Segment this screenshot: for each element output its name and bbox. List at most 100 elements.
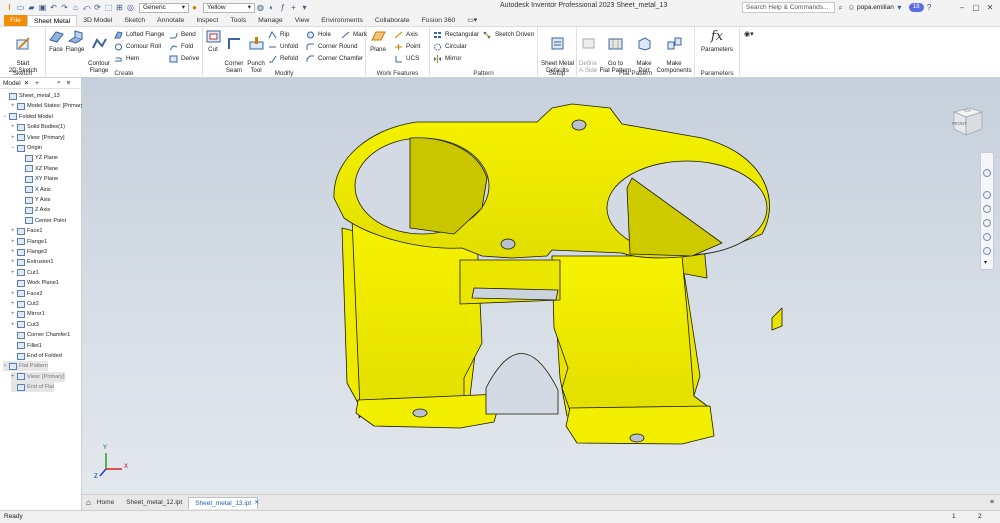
menu-icon[interactable]: ≡	[67, 80, 71, 87]
close-icon[interactable]: ✕	[24, 79, 29, 87]
select-icon[interactable]: ⬚	[103, 2, 114, 13]
update-icon[interactable]: ⟳	[92, 2, 103, 13]
tree-node[interactable]: + Extrusion1	[11, 257, 53, 267]
notifications-badge[interactable]: 18	[908, 2, 924, 12]
measure-icon[interactable]: ⊞	[114, 2, 125, 13]
help-icon[interactable]: ?	[924, 2, 935, 13]
open-folder-icon[interactable]: ▰	[26, 2, 37, 13]
corner-round-button[interactable]: Corner Round	[306, 41, 358, 52]
tree-node[interactable]: + Face2	[11, 289, 43, 299]
rip-button[interactable]: Rip	[268, 29, 289, 40]
search-icon[interactable]: ⌕	[835, 2, 846, 13]
clear-override-icon[interactable]: ◍	[255, 2, 266, 13]
fold-button[interactable]: Fold	[169, 41, 193, 52]
tree-node[interactable]: XZ Plane	[19, 164, 58, 174]
corner-chamfer-button[interactable]: Corner Chamfer	[306, 53, 363, 64]
orbit-icon[interactable]	[983, 219, 991, 227]
search-icon[interactable]: ⌕	[57, 79, 61, 87]
tree-node[interactable]: + Model States: [Primary]	[11, 101, 85, 111]
ribbon-options-icon[interactable]: ◉▾	[744, 30, 754, 38]
graphics-viewport[interactable]: X Y Z TOP FRONT ▾	[82, 78, 1000, 494]
browser-tab-model[interactable]: Model	[3, 80, 21, 87]
tree-node[interactable]: Center Point	[19, 216, 66, 226]
tree-node[interactable]: + Face1	[11, 226, 43, 236]
ucs-button[interactable]: UCS	[394, 53, 419, 64]
doc-tab-home[interactable]: Home	[91, 497, 120, 509]
color-select[interactable]: Yellow ▾	[203, 2, 255, 13]
tab-sheet-metal[interactable]: Sheet Metal	[26, 15, 78, 26]
undo-icon[interactable]: ↶	[48, 2, 59, 13]
home-icon[interactable]: ⌂	[70, 2, 81, 13]
tree-node[interactable]: Work Plane1	[11, 278, 59, 288]
flange-button[interactable]: Flange	[65, 29, 85, 53]
customize-icon[interactable]: ▾	[299, 2, 310, 13]
derive-button[interactable]: Derive	[169, 53, 199, 64]
hole-button[interactable]: Hole	[306, 29, 331, 40]
tab-collaborate[interactable]: Collaborate	[369, 15, 416, 26]
tree-node[interactable]: − Flat Pattern	[3, 361, 48, 372]
parameters-button[interactable]: fx Parameters	[697, 29, 737, 53]
start-2d-sketch-button[interactable]: Start 2D Sketch	[4, 29, 42, 74]
app-logo-icon[interactable]: I	[4, 2, 15, 13]
return-icon[interactable]: ⤺	[81, 2, 92, 13]
corner-seam-button[interactable]: Corner Seam	[223, 29, 245, 74]
add-icon[interactable]: +	[35, 80, 39, 87]
user-name[interactable]: popa.emilian	[857, 4, 894, 11]
tree-node[interactable]: + Cut2	[11, 299, 39, 309]
plane-button[interactable]: Plane	[368, 29, 388, 53]
circular-button[interactable]: Circular	[433, 41, 467, 52]
ribbon-options-icon[interactable]: ▭▾	[461, 15, 483, 26]
redo-icon[interactable]: ↷	[59, 2, 70, 13]
hem-button[interactable]: Hem	[114, 53, 139, 64]
tab-inspect[interactable]: Inspect	[190, 15, 224, 26]
tree-node[interactable]: − Origin	[11, 143, 42, 153]
tab-environments[interactable]: Environments	[315, 15, 369, 26]
tree-node[interactable]: X Axis	[19, 185, 51, 195]
tree-node[interactable]: Z Axis	[19, 205, 50, 215]
fx-icon[interactable]: ƒ	[277, 2, 288, 13]
tab-annotate[interactable]: Annotate	[151, 15, 190, 26]
face-button[interactable]: Face	[48, 29, 64, 53]
doc-tab-sheet-metal-12[interactable]: Sheet_metal_12.ipt	[120, 497, 188, 509]
refold-button[interactable]: Refold	[268, 53, 298, 64]
tree-node[interactable]: Corner Chamfer1	[11, 330, 70, 340]
tree-node[interactable]: + Mirror1	[11, 309, 45, 319]
tab-file[interactable]: File	[4, 15, 27, 26]
tree-node[interactable]: + Solid Bodies(1)	[11, 122, 65, 132]
tree-node[interactable]: Sheet_metal_13	[3, 91, 60, 101]
material-icon[interactable]: ◎	[125, 2, 136, 13]
minimize-icon[interactable]: –	[955, 3, 969, 12]
tree-node[interactable]: − Folded Model	[3, 112, 53, 122]
contour-flange-button[interactable]: Contour Flange	[86, 29, 112, 74]
tree-node[interactable]: + Cut1	[11, 268, 39, 278]
sketch-driven-button[interactable]: Sketch Driven	[483, 29, 534, 40]
view-cube[interactable]: TOP FRONT	[946, 104, 986, 138]
doc-tab-sheet-metal-13[interactable]: Sheet_metal_13.ipt	[188, 496, 259, 509]
view-face-icon[interactable]	[983, 247, 991, 255]
tab-sketch[interactable]: Sketch	[118, 15, 151, 26]
contour-roll-button[interactable]: Contour Roll	[114, 41, 161, 52]
tab-3d-model[interactable]: 3D Model	[77, 15, 118, 26]
tree-node[interactable]: Fillet1	[11, 341, 42, 351]
tab-tools[interactable]: Tools	[224, 15, 252, 26]
adjust-icon[interactable]: ◐	[266, 2, 277, 13]
tree-node[interactable]: + Flange2	[11, 247, 47, 257]
mirror-button[interactable]: Mirror	[433, 53, 461, 64]
help-search-input[interactable]: Search Help & Commands...	[742, 1, 835, 13]
make-part-button[interactable]: Make Part	[634, 29, 654, 74]
unfold-button[interactable]: Unfold	[268, 41, 298, 52]
tab-menu-icon[interactable]: ≡	[990, 499, 994, 506]
chevron-down-icon[interactable]: ▾	[894, 2, 905, 13]
appearance-select[interactable]: Generic ▾	[139, 2, 189, 13]
view-cube-top-label[interactable]: TOP	[963, 108, 971, 113]
define-a-side-button[interactable]: Define A-Side	[577, 29, 599, 74]
close-icon[interactable]: ✕	[254, 499, 259, 506]
tree-node[interactable]: + Flange1	[11, 237, 47, 247]
go-to-flat-pattern-button[interactable]: Go to Flat Pattern	[599, 29, 632, 74]
rectangular-button[interactable]: Rectangular	[433, 29, 479, 40]
new-file-icon[interactable]: ▭	[15, 2, 26, 13]
make-components-button[interactable]: Make Components	[655, 29, 693, 74]
tab-view[interactable]: View	[289, 15, 316, 26]
punch-tool-button[interactable]: Punch Tool	[246, 29, 266, 74]
look-at-icon[interactable]	[983, 233, 991, 241]
